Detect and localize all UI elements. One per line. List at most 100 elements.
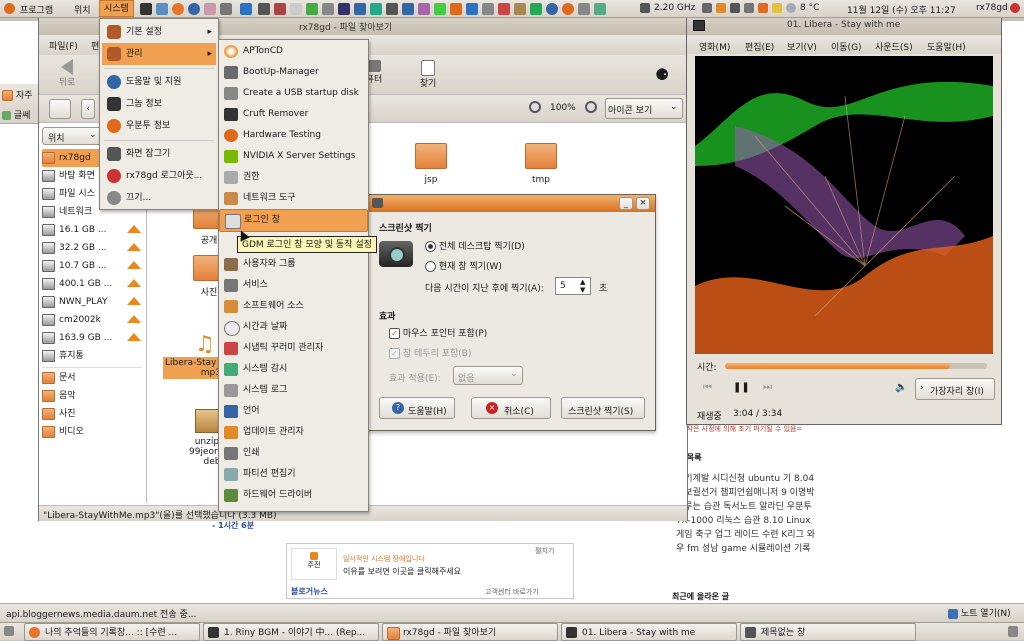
- menu-usb-startup[interactable]: Create a USB startup disk: [219, 83, 368, 104]
- visualization[interactable]: [695, 56, 993, 354]
- sidebar-toggle-button[interactable]: › 가장자리 창(I): [915, 378, 995, 400]
- sidebar-item-videos[interactable]: 비디오: [42, 423, 84, 441]
- menu-lock-screen[interactable]: 화면 잠그기: [102, 143, 216, 165]
- launcher-icon[interactable]: [530, 3, 542, 15]
- browser-tab[interactable]: 자주: [2, 88, 38, 102]
- player-menu-view[interactable]: 보기(V): [787, 40, 817, 53]
- menu-logout[interactable]: rx78gd 로그아웃...: [102, 165, 216, 187]
- zoom-out-icon[interactable]: [529, 101, 541, 113]
- notice-link[interactable]: 고객센터 바로가기: [485, 587, 539, 597]
- delay-spinner[interactable]: 5 ▲ ▼: [555, 277, 591, 295]
- launcher-icon[interactable]: [386, 3, 398, 15]
- player-menu-go[interactable]: 이동(G): [831, 40, 862, 53]
- launcher-icon[interactable]: [514, 3, 526, 15]
- launcher-icon[interactable]: [274, 3, 286, 15]
- sidebar-item-drive[interactable]: cm2002k: [42, 311, 101, 329]
- checkbox-pointer[interactable]: ✓ 마우스 포인터 포함(P): [389, 326, 487, 339]
- notice-line2[interactable]: 이유를 보려면 이곳을 클릭해주세요: [343, 566, 461, 577]
- firefox-icon[interactable]: [172, 3, 184, 15]
- applications-menu[interactable]: 프로그램: [20, 3, 53, 16]
- file-item-tmp[interactable]: tmp: [521, 143, 561, 185]
- player-menu-sound[interactable]: 사운드(S): [875, 40, 913, 53]
- menu-partition-editor[interactable]: 파티션 편집기: [219, 464, 368, 485]
- update-notifier-icon[interactable]: [716, 3, 726, 13]
- edit-location-button[interactable]: [49, 99, 71, 119]
- menu-permissions[interactable]: 권한: [219, 167, 368, 188]
- launcher-icon[interactable]: [434, 3, 446, 15]
- view-select[interactable]: 아이콘 보기 ⌄: [605, 98, 683, 119]
- menu-printing[interactable]: 인쇄: [219, 443, 368, 464]
- launcher-icon[interactable]: [402, 3, 414, 15]
- previous-button[interactable]: ⏮: [703, 382, 712, 393]
- help-button[interactable]: ? 도움말(H): [379, 397, 455, 419]
- minimize-button[interactable]: _: [619, 197, 633, 210]
- eject-icon[interactable]: [127, 225, 141, 233]
- eject-icon[interactable]: [127, 261, 141, 269]
- power-icon[interactable]: [1010, 3, 1020, 13]
- chat-icon[interactable]: [758, 3, 768, 13]
- browser-tab[interactable]: 글쎄: [2, 108, 38, 122]
- effect-select[interactable]: 없음 ⌄: [453, 366, 523, 385]
- places-select[interactable]: 위치 ⌄: [42, 127, 102, 145]
- close-button[interactable]: ×: [636, 197, 650, 210]
- menu-software-sources[interactable]: 소프트웨어 소스: [219, 296, 368, 317]
- menu-aptoncd[interactable]: APTonCD: [219, 41, 368, 62]
- file-item-jsp[interactable]: jsp: [411, 143, 451, 185]
- dictionary-icon[interactable]: [204, 3, 216, 15]
- launcher-icon[interactable]: [370, 3, 382, 15]
- take-screenshot-button[interactable]: 스크린샷 찍기(S): [561, 397, 645, 419]
- notes-button[interactable]: 노트 열기(N): [948, 606, 1011, 621]
- time-link[interactable]: - 1시간 6분: [212, 520, 254, 531]
- launcher-icon[interactable]: [578, 3, 590, 15]
- search-button[interactable]: 찾기: [413, 57, 443, 93]
- network-status-icon[interactable]: [702, 3, 712, 13]
- radio-window[interactable]: 현재 창 찍기(W): [425, 259, 502, 272]
- show-desktop-icon[interactable]: [4, 626, 14, 636]
- menu-users-groups[interactable]: 사용자와 그룹: [219, 254, 368, 275]
- launcher-icon[interactable]: [290, 3, 302, 15]
- launcher-icon[interactable]: [498, 3, 510, 15]
- launcher-icon[interactable]: [594, 3, 606, 15]
- menu-administration[interactable]: 관리 ▸: [102, 43, 216, 65]
- launcher-icon[interactable]: [466, 3, 478, 15]
- taskbar-item-browser[interactable]: 나의 추억들의 기록장... :: [수련 ...: [24, 623, 200, 641]
- launcher-icon[interactable]: [418, 3, 430, 15]
- menu-time-date[interactable]: 시간과 날짜: [219, 317, 368, 338]
- package-icon[interactable]: [156, 3, 168, 15]
- menu-language[interactable]: 언어: [219, 401, 368, 422]
- sidebar-item-drive[interactable]: 400.1 GB ...: [42, 275, 112, 293]
- taskbar-item-music[interactable]: 1. Riny BGM - 이야기 中... (Rep...: [203, 623, 379, 641]
- eject-icon[interactable]: [127, 279, 141, 287]
- sidebar-item-filesystem[interactable]: 파일 시스: [42, 185, 95, 203]
- menu-nvidia-settings[interactable]: NVIDIA X Server Settings: [219, 146, 368, 167]
- checkbox-border[interactable]: ✓ 창 테두리 포함(B): [389, 346, 471, 359]
- menu-shutdown[interactable]: 끄기...: [102, 187, 216, 209]
- launcher-icon[interactable]: [240, 3, 252, 15]
- trash-icon[interactable]: [1008, 626, 1018, 637]
- menu-about-ubuntu[interactable]: 우분투 정보: [102, 115, 216, 137]
- sidebar-item-trash[interactable]: 휴지통: [42, 347, 84, 365]
- launcher-icon[interactable]: [354, 3, 366, 15]
- path-left-button[interactable]: ‹: [81, 99, 95, 119]
- zoom-in-icon[interactable]: [585, 101, 597, 113]
- back-button[interactable]: 뒤로: [47, 57, 87, 93]
- sidebar-item-desktop[interactable]: 바탕 화면: [42, 167, 95, 185]
- player-menu-edit[interactable]: 편집(E): [745, 40, 774, 53]
- weather-temperature[interactable]: 8 °C: [800, 3, 819, 13]
- sidebar-item-network[interactable]: 네트워크: [42, 203, 92, 221]
- menu-hardware-testing[interactable]: Hardware Testing: [219, 125, 368, 146]
- pause-button[interactable]: ❚❚: [733, 382, 750, 393]
- fm-menu-file[interactable]: 파일(F): [49, 39, 78, 52]
- sidebar-item-drive[interactable]: 163.9 GB ...: [42, 329, 112, 347]
- volume-icon[interactable]: 🔈: [895, 382, 907, 393]
- notice-box[interactable]: 주전 일시적인 시스템 장애입니다 이유를 보려면 이곳을 클릭해주세요 펼치기…: [286, 543, 574, 599]
- taskbar-item-screenshot[interactable]: 제목없는 창: [740, 623, 916, 641]
- launcher-icon[interactable]: [306, 3, 318, 15]
- power-icon[interactable]: [744, 3, 754, 13]
- menu-services[interactable]: 서비스: [219, 275, 368, 296]
- seek-slider[interactable]: [725, 363, 987, 369]
- menu-update-manager[interactable]: 업데이트 관리자: [219, 422, 368, 443]
- launcher-icon[interactable]: [562, 3, 574, 15]
- menu-about-gnome[interactable]: 그놈 정보: [102, 93, 216, 115]
- launcher-icon[interactable]: [220, 3, 232, 15]
